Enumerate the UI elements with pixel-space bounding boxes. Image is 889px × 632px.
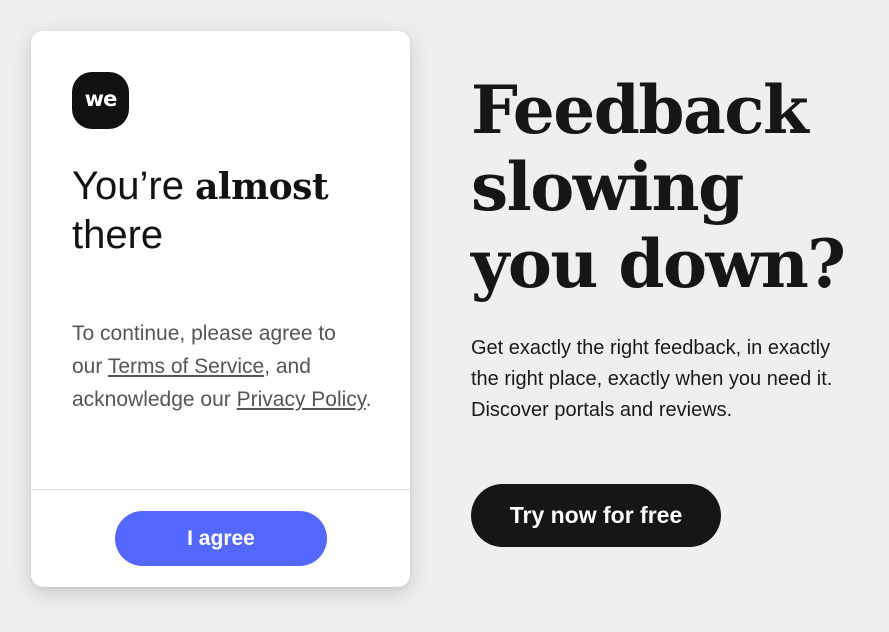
wetransfer-logo: we: [72, 72, 129, 129]
logo-text: we: [84, 87, 118, 111]
terms-of-service-link[interactable]: Terms of Service: [108, 355, 264, 378]
title-prefix: You’re: [72, 164, 196, 208]
dialog-divider: [31, 489, 410, 490]
promo-headline: Feedback slowing you down?: [471, 71, 846, 303]
consent-dialog: we You’re almost there To continue, pleas…: [31, 31, 410, 587]
promo-description: Get exactly the right feedback, in exact…: [471, 337, 833, 421]
agree-button[interactable]: I agree: [115, 511, 327, 566]
consent-text-after: .: [365, 388, 372, 411]
dialog-title: You’re almost there: [72, 162, 392, 259]
title-suffix: there: [72, 213, 164, 257]
consent-text: To continue, please agree to our Terms o…: [72, 317, 372, 416]
title-bold: almost: [195, 166, 329, 208]
privacy-policy-link[interactable]: Privacy Policy: [237, 388, 366, 411]
try-now-button[interactable]: Try now for free: [471, 484, 721, 547]
